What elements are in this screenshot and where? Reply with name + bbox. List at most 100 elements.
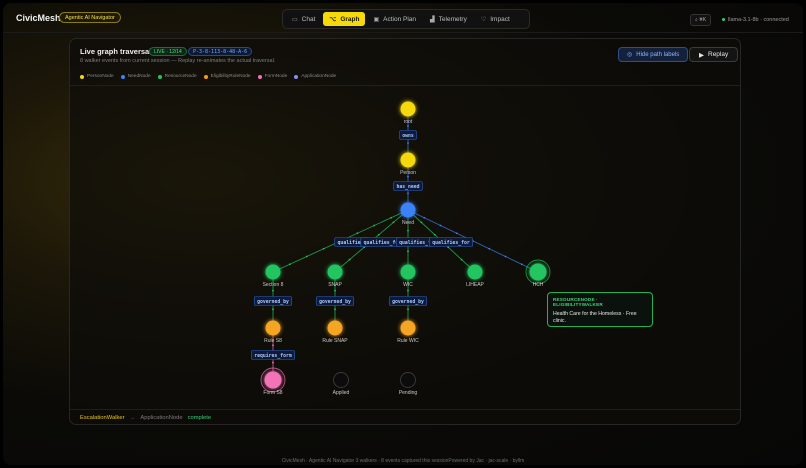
graph-node-person[interactable]: Person <box>400 152 416 177</box>
node-circle <box>529 263 547 281</box>
edge-pulse-dot <box>455 232 458 235</box>
edge-label: has_need <box>393 181 423 191</box>
status-state: complete <box>187 415 212 421</box>
tab-graph-label: Graph <box>340 15 360 23</box>
tab-action-plan[interactable]: ▣ Action Plan <box>367 12 422 26</box>
edge-pulse-dot <box>305 255 308 258</box>
node-circle <box>333 372 349 388</box>
graph-node-wic[interactable]: WIC <box>400 264 416 289</box>
edge-pulse-dot <box>520 263 523 266</box>
edge-label-text: requires_form <box>254 353 292 359</box>
graph-node-sec8[interactable]: Section 8 <box>263 264 284 289</box>
edge-pulse-dot <box>407 192 409 195</box>
edge-pulse-dot <box>272 308 274 311</box>
edge-pulse-dot <box>272 289 274 292</box>
tab-graph[interactable]: ⌥ Graph <box>323 12 366 26</box>
shortcut-label: ⌘K <box>699 17 707 23</box>
graph-node-need[interactable]: Need <box>400 202 416 227</box>
tab-chat[interactable]: ▭ Chat <box>286 12 321 26</box>
node-label: Rule S8 <box>264 338 282 344</box>
graph-node-liheap[interactable]: LIHEAP <box>466 264 485 289</box>
graph-node-form8[interactable]: Form S8 <box>260 367 286 396</box>
edge-pulse-dot <box>334 308 336 311</box>
node-label: Rule SNAP <box>322 338 348 344</box>
graph-edge-labels: ownshas_needqualifies_qualifies_fo qualif… <box>251 130 473 360</box>
node-circle <box>400 202 416 218</box>
edge-pulse-dot <box>460 258 463 261</box>
node-circle <box>400 101 416 117</box>
edge-pulse-dot <box>407 125 409 127</box>
app-name: CivicMesh <box>16 13 61 23</box>
node-label: Rule WIC <box>397 338 419 344</box>
node-circle <box>400 264 416 280</box>
edge-pulse-dot <box>272 361 274 364</box>
node-label: Section 8 <box>263 282 284 288</box>
node-circle <box>467 264 483 280</box>
tab-telemetry-label: Telemetry <box>438 15 467 23</box>
main-nav: ▭ Chat ⌥ Graph ▣ Action Plan ▟ Telemetry… <box>282 9 530 29</box>
traversal-graph: root Person Need Section 8 SNAP WIC LIHEAP HCH R… <box>251 101 551 397</box>
graph-node-hch[interactable]: HCH <box>525 259 551 288</box>
edge-pulse-dot <box>334 289 336 292</box>
edge-label-text: qualifies_for <box>432 240 470 246</box>
node-label: Person <box>400 170 416 176</box>
node-label: SNAP <box>328 282 342 288</box>
footer: CivicMesh · Agentic AI Navigator 3 walke… <box>281 458 525 464</box>
app-window: CivicMesh Agentic AI Navigator ▭ Chat ⌥ … <box>3 3 803 465</box>
edge-label: governed_by <box>253 296 293 306</box>
divider <box>70 409 740 410</box>
graph-node-rule8[interactable]: Rule S8 <box>264 320 282 345</box>
node-label: Form S8 <box>263 390 282 396</box>
tab-impact[interactable]: ♡ Impact <box>475 12 516 26</box>
heart-icon: ♡ <box>480 16 487 23</box>
edge-pulse-dot <box>392 221 395 224</box>
graph-node-rulesnap[interactable]: Rule SNAP <box>322 320 348 345</box>
edge-pulse-dot <box>407 142 409 144</box>
edge-label: governed_by <box>315 296 355 306</box>
tab-telemetry[interactable]: ▟ Telemetry <box>424 12 473 26</box>
tab-chat-label: Chat <box>301 15 316 23</box>
node-circle <box>327 264 343 280</box>
edge-label-text: qualifies_fo <box>364 240 399 246</box>
bar-chart-icon: ▟ <box>430 16 435 23</box>
tab-action-plan-label: Action Plan <box>383 15 417 23</box>
chat-icon: ▭ <box>292 16 298 23</box>
edge-label-text: governed_by <box>319 299 351 305</box>
node-label: WIC <box>403 282 413 288</box>
edge-label: qualifies_fo <box>360 237 402 247</box>
top-bar: CivicMesh Agentic AI Navigator ▭ Chat ⌥ … <box>3 3 803 33</box>
node-circle <box>265 264 281 280</box>
edge-pulse-dot <box>288 263 291 266</box>
graph-node-snap[interactable]: SNAP <box>327 264 343 289</box>
graph-node-applied[interactable]: Applied <box>333 372 350 397</box>
tooltip-heading: RESOURCENODE · ELIGIBILITYWALKER <box>553 297 603 307</box>
edge-pulse-dot <box>390 216 393 219</box>
node-circle <box>400 372 416 388</box>
node-label: root <box>404 119 413 125</box>
node-label: HCH <box>533 282 544 288</box>
node-circle <box>265 320 281 336</box>
model-status-label: llama-3.1-8b · connected <box>728 17 789 23</box>
edge-pulse-dot <box>407 250 409 253</box>
graph-node-root[interactable]: root <box>400 101 416 126</box>
edge-label: owns <box>399 130 417 140</box>
graph-node-pending[interactable]: Pending <box>399 372 418 397</box>
graph-node-rulewic[interactable]: Rule WIC <box>397 320 419 345</box>
edge-pulse-dot <box>423 216 426 219</box>
connected-dot-icon <box>722 18 725 22</box>
edge-pulse-dot <box>373 224 376 227</box>
edge-pulse-dot <box>407 289 409 292</box>
node-label: Applied <box>333 390 350 396</box>
edge-label: governed_by <box>388 296 428 306</box>
edge-label: qualifies_for <box>429 237 473 247</box>
command-shortcut[interactable]: ⌕ ⌘K <box>690 14 712 26</box>
tab-impact-label: Impact <box>490 15 510 23</box>
edge-pulse-dot <box>439 224 442 227</box>
app-badge: Agentic AI Navigator <box>59 12 121 23</box>
edge-pulse-dot <box>407 308 409 311</box>
edge-label: qualifies_f <box>395 237 435 247</box>
tooltip-body: Health Care for the Homeless · Free clin… <box>553 311 637 324</box>
node-circle <box>400 152 416 168</box>
edge-pulse-dot <box>356 232 359 235</box>
edge-pulse-dot <box>407 175 409 178</box>
